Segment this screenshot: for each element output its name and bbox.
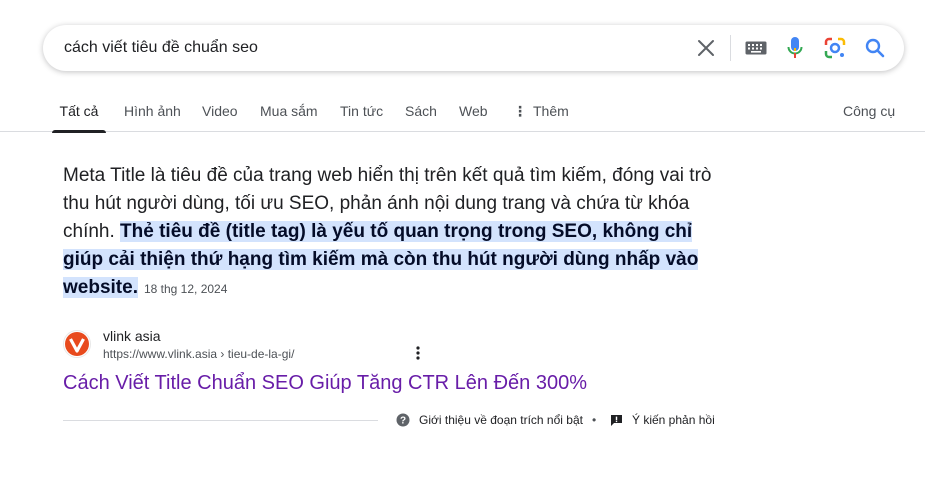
feedback-label: Ý kiến phản hồi xyxy=(632,413,715,427)
tools-button[interactable]: Công cụ xyxy=(843,95,895,132)
footer-divider xyxy=(63,420,378,421)
tab-images[interactable]: Hình ảnh xyxy=(124,95,181,132)
tab-shopping[interactable]: Mua sắm xyxy=(260,95,318,132)
search-input[interactable]: cách viết tiêu đề chuẩn seo xyxy=(64,37,258,59)
google-search-page: cách viết tiêu đề chuẩn seo Tất cả Hình … xyxy=(0,0,925,478)
feedback-icon xyxy=(611,414,622,426)
search-icon[interactable] xyxy=(863,25,887,71)
source-site-name[interactable]: vlink asia xyxy=(103,328,161,344)
more-vertical-icon: ⋮ xyxy=(513,103,527,119)
result-title-link[interactable]: Cách Viết Title Chuẩn SEO Giúp Tăng CTR … xyxy=(63,370,587,396)
search-divider xyxy=(730,35,731,61)
vlink-logo-icon[interactable] xyxy=(63,330,91,358)
more-vertical-icon[interactable] xyxy=(410,344,426,362)
about-snippets-label: Giới thiệu về đoạn trích nổi bật xyxy=(419,413,583,427)
search-tabs: Tất cả Hình ảnh Video Mua sắm Tin tức Sá… xyxy=(0,95,925,133)
tab-video[interactable]: Video xyxy=(202,95,238,132)
tab-more-label: Thêm xyxy=(533,103,569,119)
keyboard-icon[interactable] xyxy=(743,25,769,71)
tab-news[interactable]: Tin tức xyxy=(340,95,383,132)
help-icon: ? xyxy=(396,413,410,427)
featured-snippet: Meta Title là tiêu đề của trang web hiển… xyxy=(63,162,718,303)
svg-text:?: ? xyxy=(400,416,406,427)
tab-more[interactable]: ⋮ Thêm xyxy=(513,95,569,132)
feedback-link[interactable]: Ý kiến phản hồi xyxy=(610,411,715,429)
close-icon[interactable] xyxy=(694,25,718,71)
about-snippets-link[interactable]: ? Giới thiệu về đoạn trích nổi bật xyxy=(396,411,583,429)
snippet-date: 18 thg 12, 2024 xyxy=(143,282,228,296)
tab-all[interactable]: Tất cả xyxy=(52,95,106,133)
mic-icon[interactable] xyxy=(783,25,807,71)
footer-separator: • xyxy=(592,413,597,427)
tab-books[interactable]: Sách xyxy=(405,95,437,132)
tab-web[interactable]: Web xyxy=(459,95,488,132)
search-bar[interactable]: cách viết tiêu đề chuẩn seo xyxy=(43,25,904,71)
source-url[interactable]: https://www.vlink.asia › tieu-de-la-gi/ xyxy=(103,346,294,362)
lens-icon[interactable] xyxy=(823,25,847,71)
